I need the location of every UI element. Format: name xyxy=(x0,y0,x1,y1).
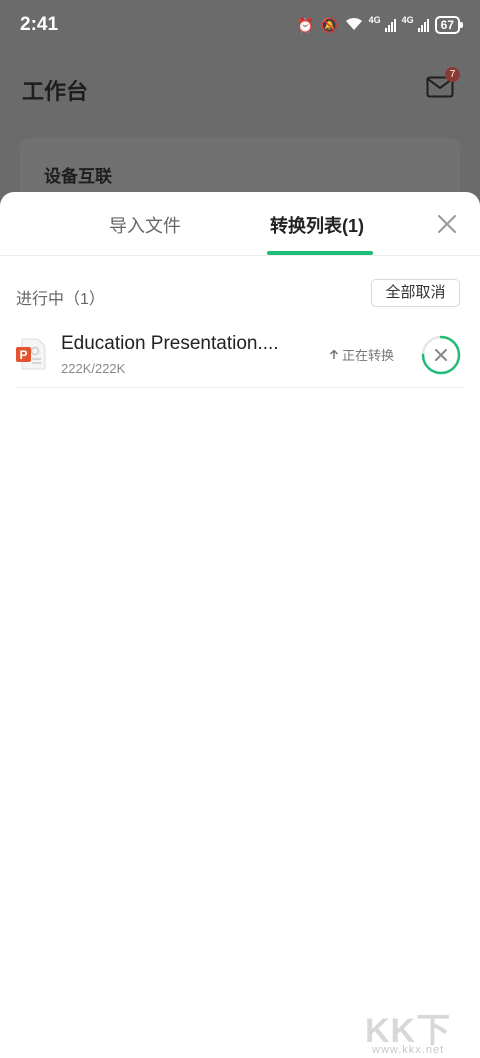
file-size: 222K/222K xyxy=(61,361,126,376)
cancel-all-button[interactable]: 全部取消 xyxy=(371,279,460,307)
conversion-sheet: 导入文件 转换列表(1) 进行中（1） 全部取消 P Education Pre… xyxy=(0,192,480,1058)
watermark-url: www.kkx.net xyxy=(372,1044,445,1056)
alarm-icon: ⏰ xyxy=(296,17,315,33)
network-type-1: 4G xyxy=(368,15,381,25)
powerpoint-file-icon: P xyxy=(16,338,46,370)
list-item[interactable]: P Education Presentation.... 222K/222K 正… xyxy=(16,322,464,388)
close-icon[interactable] xyxy=(436,213,458,235)
signal-icon xyxy=(417,18,429,32)
tab-import-files[interactable]: 导入文件 xyxy=(109,212,181,238)
wifi-icon xyxy=(345,17,363,33)
section-header: 进行中（1） 全部取消 xyxy=(0,279,480,309)
sheet-tabs: 导入文件 转换列表(1) xyxy=(0,192,480,256)
device-card-title: 设备互联 xyxy=(44,167,112,186)
file-name: Education Presentation.... xyxy=(61,333,279,354)
tab-conversion-list[interactable]: 转换列表(1) xyxy=(270,212,364,238)
file-status: 正在转换 xyxy=(329,345,394,364)
network-type-2: 4G xyxy=(401,15,414,25)
svg-text:P: P xyxy=(19,348,27,362)
cancel-conversion-progress-button[interactable] xyxy=(421,335,461,375)
battery-icon: 67 xyxy=(434,16,464,34)
status-time: 2:41 xyxy=(20,14,59,35)
upload-arrow-icon xyxy=(329,349,339,359)
mute-icon: 🔕 xyxy=(320,17,339,33)
status-bar: 2:41 ⏰ 🔕 4G 4G 67 xyxy=(0,0,480,50)
file-status-label: 正在转换 xyxy=(342,348,395,363)
page-title: 工作台 xyxy=(22,79,89,104)
section-title: 进行中（1） xyxy=(16,291,105,308)
mail-badge: 7 xyxy=(445,67,460,82)
signal-icon xyxy=(384,18,396,32)
close-icon xyxy=(435,349,447,361)
status-icons: ⏰ 🔕 4G 4G 67 xyxy=(296,15,464,34)
active-tab-indicator xyxy=(267,251,373,255)
